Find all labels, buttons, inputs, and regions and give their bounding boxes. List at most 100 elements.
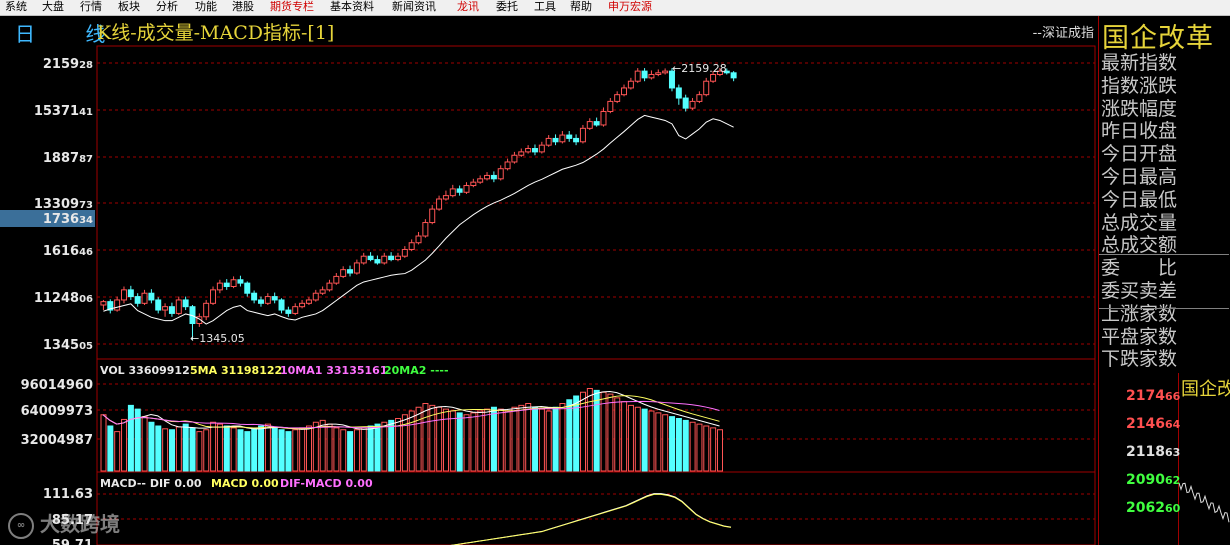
candle-body (634, 70, 641, 82)
volume-bar (360, 427, 367, 472)
chart-area[interactable]: 215928 1537141 188787 1330973 173634 161646 11… (0, 44, 1098, 545)
candle-body (182, 299, 189, 308)
dif-macd-label: DIF-MACD 0.00 (280, 477, 373, 490)
volume-bar (100, 414, 107, 472)
volume-bar (244, 431, 251, 472)
volume-bar (470, 412, 477, 472)
quote-field-label: 委 比 (1101, 257, 1178, 280)
volume-bar (490, 406, 497, 472)
candle-body (394, 255, 401, 261)
volume-bar (141, 416, 148, 472)
volume-bar (182, 423, 189, 472)
low-annotation: ←1345.05 (190, 332, 245, 345)
menu-item[interactable]: 帮助 (570, 0, 592, 14)
quote-field-label: 上涨家数 (1101, 302, 1178, 325)
menu-item[interactable]: 申万宏源 (608, 0, 652, 14)
candle-body (442, 195, 449, 200)
menu-item[interactable]: 委托 (496, 0, 518, 14)
menu-item[interactable]: 系统 (5, 0, 27, 14)
candle-body (223, 282, 230, 287)
menu-item[interactable]: 行情 (80, 0, 102, 14)
volume-bar (484, 408, 491, 472)
candle-body (415, 235, 422, 244)
volume-bar (299, 427, 306, 472)
menu-item[interactable]: 新闻资讯 (392, 0, 436, 14)
volume-bar (326, 423, 333, 472)
ma-line (103, 114, 734, 325)
quote-field-label: 指数涨跌 (1101, 74, 1178, 97)
macd-axis-label: 59.71 (52, 538, 93, 545)
volume-bar (634, 406, 641, 472)
candle-body (552, 137, 559, 143)
volume-bar (271, 427, 278, 472)
quote-field-label: 涨跌幅度 (1101, 97, 1178, 120)
volume-bar (319, 419, 326, 472)
candle-body (401, 248, 408, 257)
vol-ma10-label: 10MA1 33135161 (280, 364, 387, 377)
candle-body (655, 72, 662, 75)
mini-price-label: 209062 (1126, 472, 1181, 488)
candle-body (730, 72, 737, 79)
menu-item[interactable]: 板块 (118, 0, 140, 14)
volume-bar (223, 425, 230, 472)
candle-body (353, 262, 360, 274)
candle-body (470, 181, 477, 187)
candle-body (675, 87, 682, 99)
volume-bar (696, 423, 703, 472)
candle-body (648, 73, 655, 79)
menu-item[interactable]: 港股 (232, 0, 254, 14)
candle-body (703, 80, 710, 96)
mini-price-label: 211863 (1126, 444, 1181, 460)
volume-bar (408, 410, 415, 472)
volume-bar (710, 427, 717, 472)
candle-body (299, 302, 306, 308)
volume-bar (114, 431, 121, 472)
mini-price-label: 214664 (1126, 416, 1181, 432)
volume-bar (607, 393, 614, 472)
volume-bar (662, 414, 669, 472)
volume-bar (292, 429, 299, 472)
mini-chart-title: 国企改 (1181, 379, 1230, 400)
price-axis-label: 215928 (43, 57, 93, 72)
candle-body (340, 269, 347, 277)
volume-bar (251, 428, 258, 472)
volume-bar (538, 408, 545, 472)
candle-body (168, 306, 175, 314)
menu-item[interactable]: 期货专栏 (270, 0, 314, 14)
menu-item[interactable]: 分析 (156, 0, 178, 14)
candle-body (141, 292, 148, 304)
volume-axis-label: 96014960 (21, 378, 93, 393)
volume-bar (216, 423, 223, 472)
quote-field-label: 委买卖差 (1101, 280, 1178, 302)
macd-value-label: MACD 0.00 (211, 477, 279, 490)
candle-body (538, 144, 545, 153)
quote-field-label: 平盘家数 (1101, 325, 1178, 348)
vol-ma20-label: 20MA2 ---- (384, 364, 449, 377)
candle-body (210, 289, 217, 304)
candle-body (333, 275, 340, 284)
volume-bar (210, 421, 217, 472)
volume-bar (669, 416, 676, 472)
volume-bar (675, 418, 682, 472)
volume-bar (511, 406, 518, 472)
kline-chart[interactable]: 215928 1537141 188787 1330973173634 161646 11… (0, 44, 1098, 545)
price-axis-label: 173634 (43, 212, 93, 227)
vol-label: VOL 33609912 (100, 364, 190, 377)
candle-body (586, 121, 593, 129)
candle-body (408, 242, 415, 250)
candle-body (326, 282, 333, 291)
menu-item[interactable]: 大盘 (42, 0, 64, 14)
menu-item[interactable]: 工具 (534, 0, 556, 14)
candle-body (559, 134, 566, 143)
volume-bar (463, 414, 470, 472)
volume-bar (627, 404, 634, 472)
candle-body (264, 296, 271, 304)
candle-body (696, 94, 703, 102)
menu-item[interactable]: 功能 (195, 0, 217, 14)
candle-body (251, 292, 258, 301)
volume-bar (367, 425, 374, 472)
mini-price-label: 206260 (1126, 500, 1181, 516)
menu-item[interactable]: 龙讯 (457, 0, 479, 14)
candle-body (134, 296, 141, 304)
menu-item[interactable]: 基本资料 (330, 0, 374, 14)
